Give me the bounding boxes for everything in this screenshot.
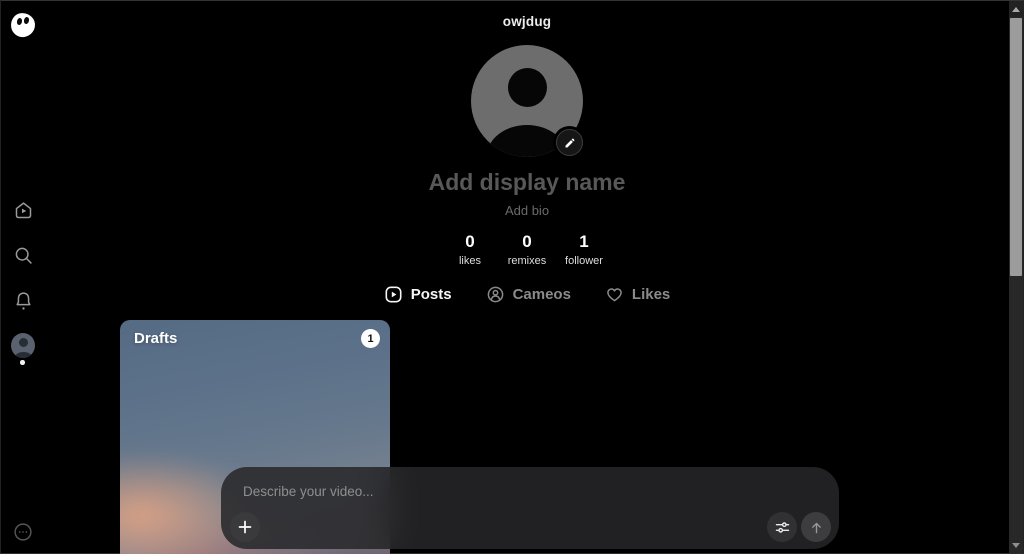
sidebar-item-notifications[interactable]	[11, 289, 35, 313]
play-square-icon	[385, 286, 402, 303]
add-media-button[interactable]	[230, 512, 260, 542]
vertical-scrollbar[interactable]	[1009, 1, 1023, 553]
profile-username: owjdug	[502, 14, 552, 29]
stat-remixes-label: remixes	[507, 255, 547, 267]
bell-icon	[15, 292, 31, 310]
stat-follower-label: follower	[565, 255, 603, 267]
edit-avatar-button[interactable]	[556, 129, 583, 156]
video-settings-button[interactable]	[767, 512, 797, 542]
stat-follower-value: 1	[579, 232, 589, 251]
add-bio-placeholder[interactable]: Add bio	[45, 203, 1009, 218]
active-page-indicator-dot	[20, 360, 25, 365]
more-options-icon	[14, 523, 32, 541]
drafts-count-badge: 1	[361, 329, 380, 348]
sidebar-item-more[interactable]	[11, 520, 35, 544]
sidebar-item-profile[interactable]	[11, 332, 35, 358]
app-window: { "topbar": { "username": "owjdug" }, "s…	[0, 0, 1024, 554]
search-icon	[15, 247, 32, 264]
home-play-icon	[15, 201, 31, 218]
scrollbar-thumb[interactable]	[1010, 18, 1022, 276]
person-circle-icon	[487, 286, 503, 303]
add-display-name-placeholder[interactable]: Add display name	[45, 169, 1009, 196]
video-prompt-input[interactable]	[243, 481, 683, 501]
video-composer-bar	[221, 467, 839, 549]
profile-avatar	[471, 45, 583, 157]
tab-likes[interactable]: Likes	[605, 283, 670, 306]
tab-posts-label: Posts	[410, 286, 452, 303]
tab-likes-label: Likes	[631, 286, 671, 303]
scroll-up-icon	[1012, 6, 1020, 12]
scrollbar-up-button[interactable]	[1009, 1, 1023, 17]
stat-likes-label: likes	[458, 255, 481, 267]
heart-icon	[607, 288, 622, 302]
plus-icon	[238, 520, 252, 534]
stat-remixes: 0 remixes	[499, 232, 556, 267]
stat-remixes-value: 0	[522, 232, 532, 251]
tab-cameos-label: Cameos	[512, 286, 571, 303]
tab-posts[interactable]: Posts	[384, 283, 452, 306]
scroll-down-icon	[1012, 542, 1020, 548]
sidebar-item-search[interactable]	[11, 243, 35, 267]
drafts-title: Drafts	[134, 330, 178, 347]
profile-stats: 0 likes 0 remixes 1 follower	[45, 232, 1009, 267]
stat-follower: 1 follower	[556, 232, 613, 267]
sliders-icon	[775, 521, 789, 533]
stat-likes-value: 0	[465, 232, 475, 251]
scrollbar-down-button[interactable]	[1009, 537, 1023, 553]
stat-likes: 0 likes	[442, 232, 499, 267]
arrow-up-icon	[811, 522, 821, 533]
profile-avatar-icon	[11, 332, 35, 358]
sidebar-item-home[interactable]	[11, 198, 35, 222]
submit-video-button[interactable]	[801, 512, 831, 542]
sidebar	[1, 1, 45, 553]
pencil-icon	[565, 137, 575, 147]
tab-cameos[interactable]: Cameos	[486, 283, 571, 306]
profile-tabs: Posts Cameos Likes	[45, 283, 1009, 306]
